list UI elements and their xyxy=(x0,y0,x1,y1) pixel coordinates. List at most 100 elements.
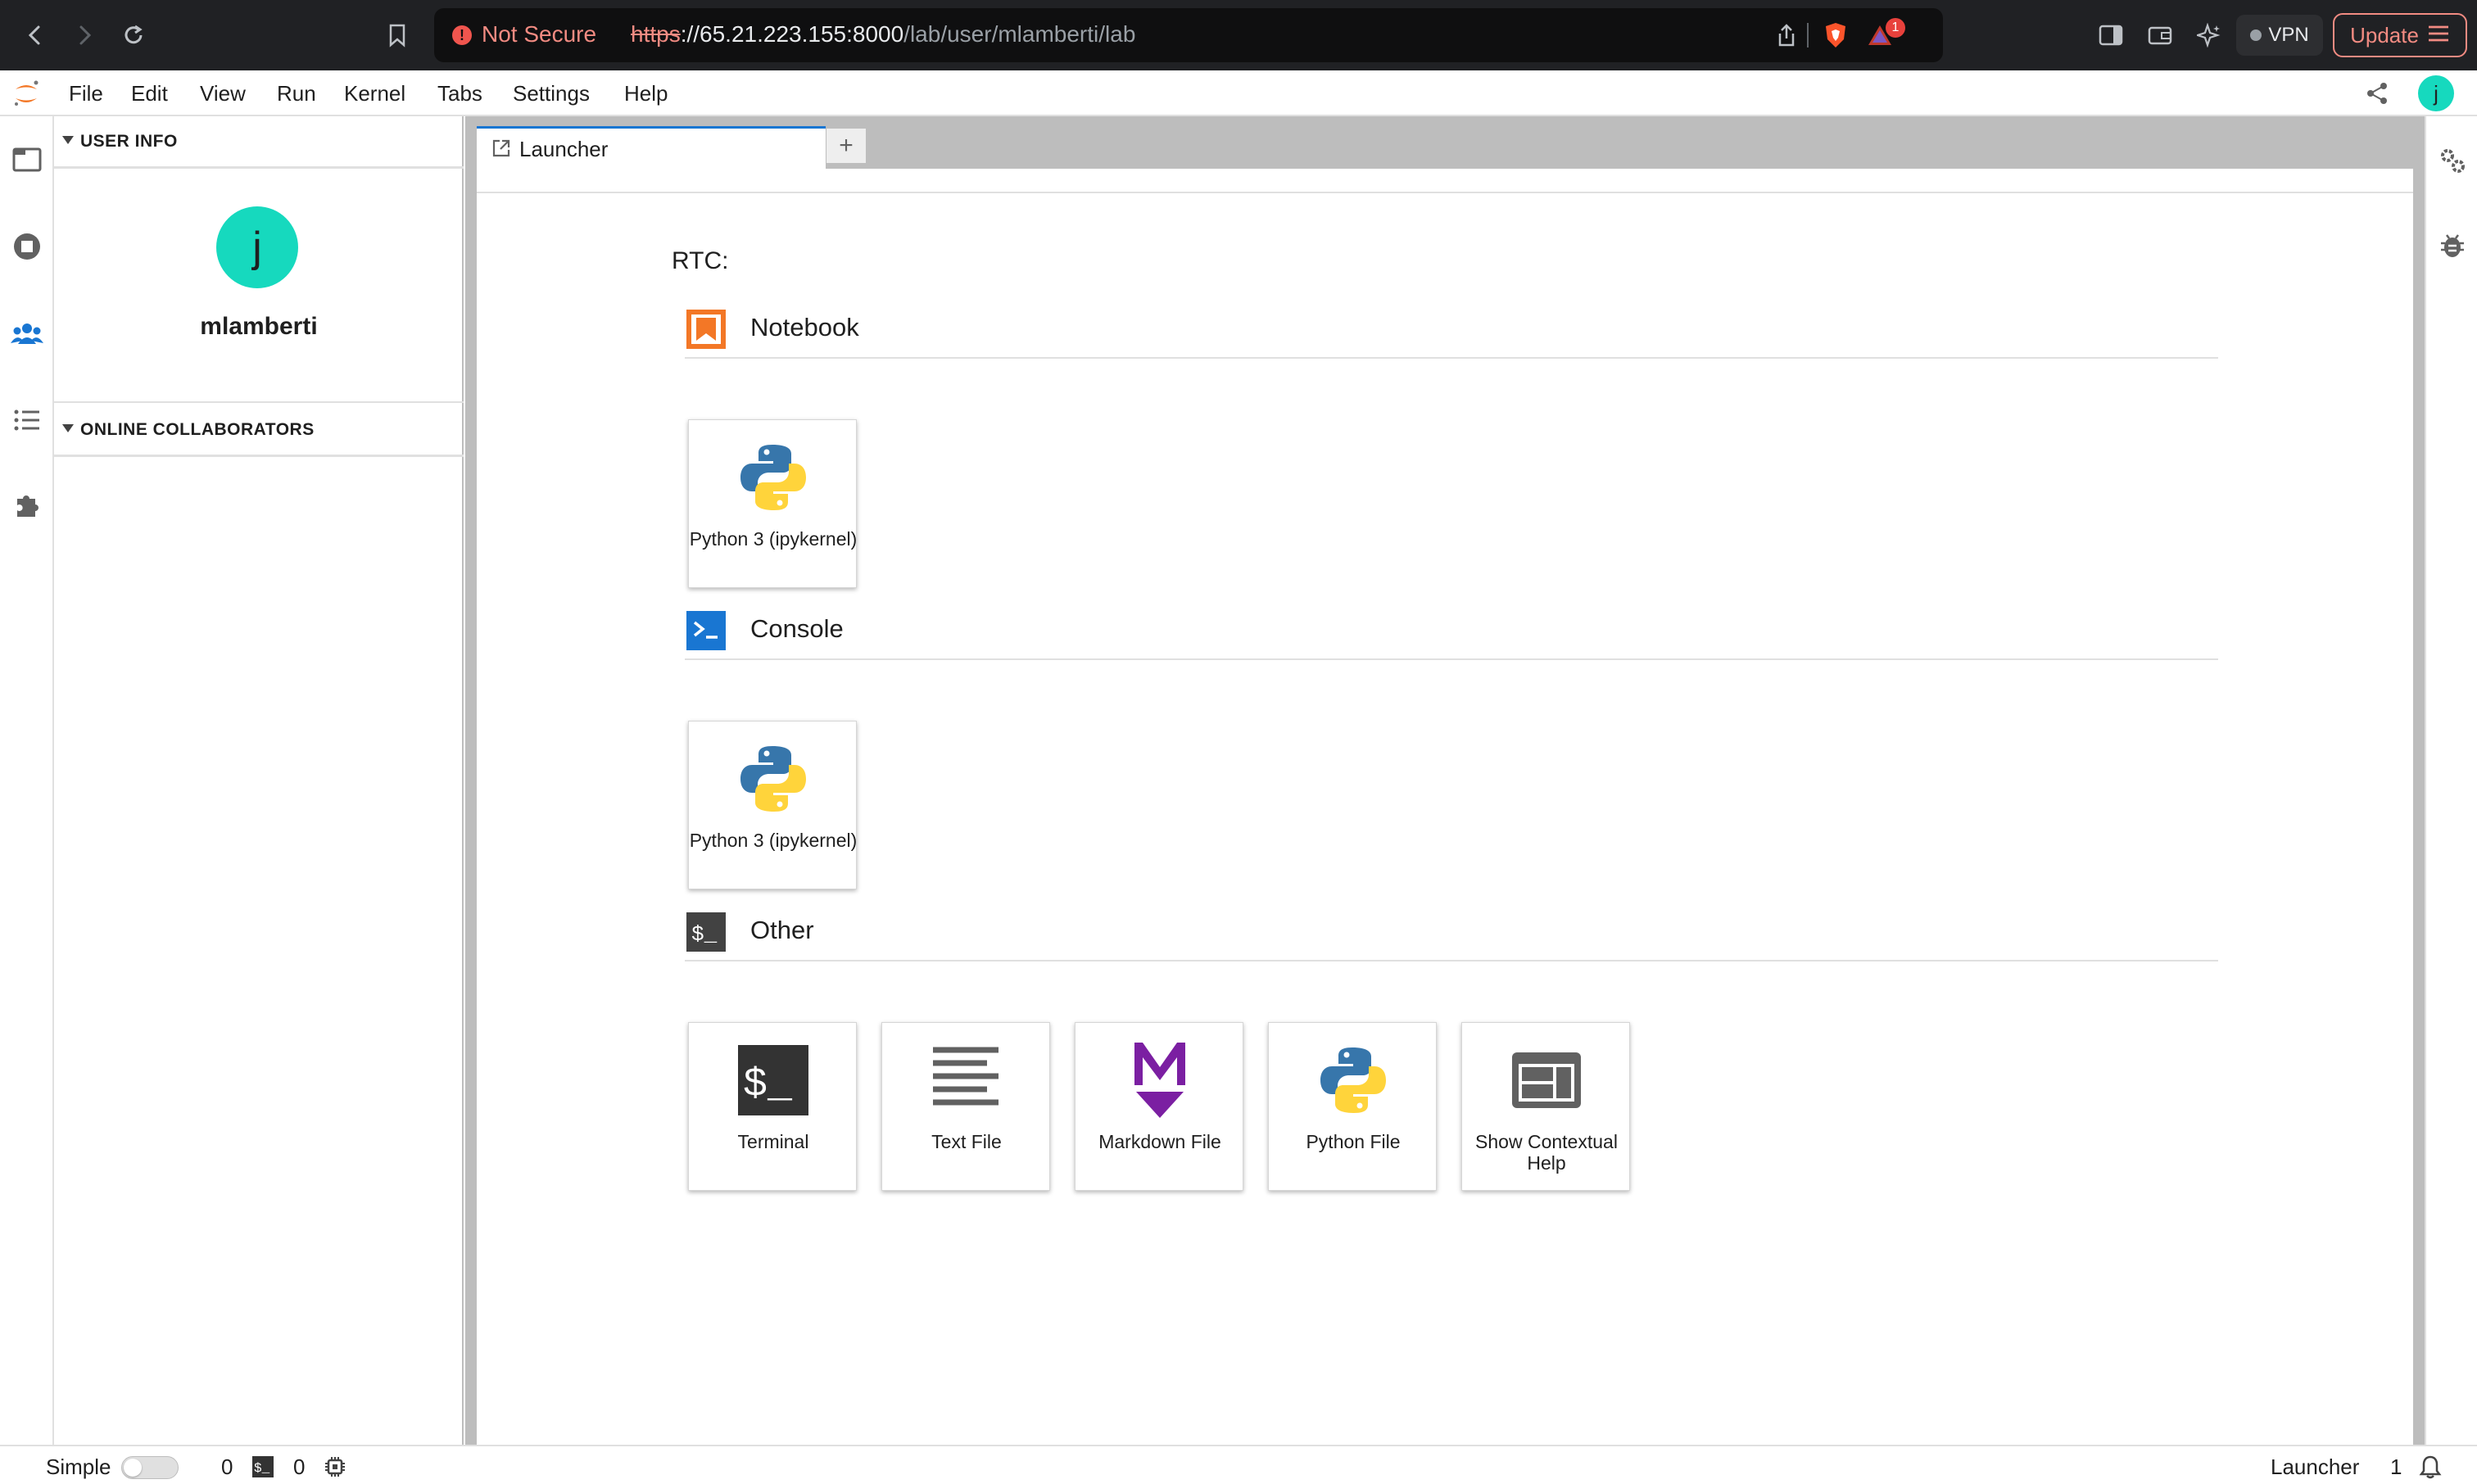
bell-icon[interactable] xyxy=(2418,1455,2443,1479)
online-collaborators-header[interactable]: ONLINE COLLABORATORS xyxy=(54,405,464,457)
simple-mode-label: Simple xyxy=(46,1455,111,1479)
collaborators-icon[interactable] xyxy=(10,316,44,351)
launcher-body: RTC: Notebook Python 3 (ipykernel) Conso… xyxy=(477,192,2413,1446)
url-path: /lab/user/mlamberti/lab xyxy=(903,21,1136,47)
terminal-icon: $_ xyxy=(251,1455,275,1479)
svg-text:$_: $_ xyxy=(254,1461,270,1476)
forward-icon[interactable] xyxy=(67,18,102,52)
wallet-icon[interactable] xyxy=(2143,18,2177,52)
notebook-icon xyxy=(685,308,727,351)
terminal-card[interactable]: $_ Terminal xyxy=(688,1022,857,1191)
address-bar[interactable]: ! Not Secure https://65.21.223.155:8000/… xyxy=(434,8,1943,62)
notebook-section-header: Notebook xyxy=(685,300,2218,359)
status-bar: Simple 0 $_ 0 Launcher 1 xyxy=(0,1445,2477,1484)
menu-tabs[interactable]: Tabs xyxy=(437,81,482,106)
console-section-title: Console xyxy=(750,614,844,643)
right-activity-bar xyxy=(2425,116,2477,1445)
simple-mode-toggle[interactable] xyxy=(121,1456,179,1479)
menu-file[interactable]: File xyxy=(69,81,103,106)
tab-bar: Launcher + xyxy=(465,116,2425,169)
toggle-knob xyxy=(124,1459,142,1477)
other-terminal-icon: $_ xyxy=(685,911,727,953)
sidebar-toggle-icon[interactable] xyxy=(2094,18,2128,52)
bookmark-icon[interactable] xyxy=(380,18,414,52)
card-label: Show Contextual Help xyxy=(1475,1131,1618,1174)
kernel-cpu-icon[interactable] xyxy=(323,1455,347,1479)
terminals-count[interactable]: 0 xyxy=(293,1455,305,1480)
update-button[interactable]: Update xyxy=(2333,13,2467,57)
markdown-icon xyxy=(1119,1039,1201,1121)
caret-down-icon xyxy=(62,136,74,144)
jupyterlab-menubar: File Edit View Run Kernel Tabs Settings … xyxy=(0,70,2477,116)
menu-edit[interactable]: Edit xyxy=(131,81,168,106)
url-text[interactable]: https://65.21.223.155:8000/lab/user/mlam… xyxy=(631,21,1135,48)
other-section-header: $_ Other xyxy=(685,903,2218,961)
user-avatar-large: j xyxy=(216,206,298,288)
python-icon xyxy=(732,738,814,820)
user-info-panel: USER INFO j mlamberti ONLINE COLLABORATO… xyxy=(54,116,464,1445)
launcher-icon xyxy=(491,138,511,158)
username: mlamberti xyxy=(200,313,318,340)
console-icon xyxy=(685,609,727,652)
other-section-title: Other xyxy=(750,916,814,944)
table-of-contents-icon[interactable] xyxy=(10,403,44,437)
new-launcher-button[interactable]: + xyxy=(826,128,867,164)
user-avatar[interactable]: j xyxy=(2418,75,2454,111)
menu-settings[interactable]: Settings xyxy=(513,81,590,106)
vpn-button[interactable]: VPN xyxy=(2236,15,2323,56)
card-label: Python 3 (ipykernel) xyxy=(689,830,858,851)
reload-icon[interactable] xyxy=(116,18,151,52)
user-info-header[interactable]: USER INFO xyxy=(54,116,464,169)
menu-view[interactable]: View xyxy=(200,81,246,106)
text-file-icon xyxy=(926,1039,1008,1121)
vpn-label: VPN xyxy=(2268,24,2309,46)
section-divider xyxy=(54,401,464,403)
terminal-icon: $_ xyxy=(732,1039,814,1121)
notification-count[interactable]: 1 xyxy=(2390,1455,2402,1480)
brave-shields-icon[interactable] xyxy=(1818,18,1853,52)
card-label: Terminal xyxy=(737,1131,809,1152)
card-label: Python File xyxy=(1306,1131,1401,1152)
online-collaborators-title: ONLINE COLLABORATORS xyxy=(80,420,315,439)
notebook-python3-card[interactable]: Python 3 (ipykernel) xyxy=(688,419,857,588)
debugger-icon[interactable] xyxy=(2436,229,2469,262)
svg-text:$_: $_ xyxy=(743,1062,793,1109)
property-inspector-icon[interactable] xyxy=(2436,144,2469,177)
url-host: ://65.21.223.155:8000 xyxy=(680,21,904,47)
markdown-file-card[interactable]: Markdown File xyxy=(1075,1022,1243,1191)
contextual-help-icon xyxy=(1506,1039,1587,1121)
left-activity-bar xyxy=(0,116,54,1445)
contextual-help-card[interactable]: Show Contextual Help xyxy=(1461,1022,1630,1191)
card-label: Text File xyxy=(931,1131,1002,1152)
share-icon[interactable] xyxy=(2364,80,2390,106)
text-file-card[interactable]: Text File xyxy=(881,1022,1050,1191)
divider xyxy=(1807,23,1809,48)
tab-launcher[interactable]: Launcher xyxy=(477,126,826,169)
tab-label: Launcher xyxy=(519,137,609,161)
python-icon xyxy=(732,437,814,518)
kernels-count[interactable]: 0 xyxy=(221,1455,233,1480)
not-secure-icon: ! xyxy=(452,25,472,45)
active-item-label: Launcher xyxy=(2271,1455,2360,1479)
hamburger-menu-icon xyxy=(2427,23,2450,48)
menu-help[interactable]: Help xyxy=(624,81,668,106)
menu-kernel[interactable]: Kernel xyxy=(344,81,405,106)
security-status[interactable]: Not Secure xyxy=(482,21,596,48)
menu-run[interactable]: Run xyxy=(277,81,316,106)
card-label: Python 3 (ipykernel) xyxy=(689,528,858,550)
rtc-label: RTC: xyxy=(672,247,729,274)
share-page-icon[interactable] xyxy=(1769,18,1804,52)
running-kernels-icon[interactable] xyxy=(10,229,44,264)
leo-ai-icon[interactable] xyxy=(2192,18,2226,52)
extension-manager-icon[interactable] xyxy=(10,488,44,523)
open-tabs-icon[interactable] xyxy=(10,143,44,177)
console-python3-card[interactable]: Python 3 (ipykernel) xyxy=(688,721,857,889)
update-label: Update xyxy=(2350,22,2419,48)
vpn-status-icon xyxy=(2250,29,2262,41)
user-info-title: USER INFO xyxy=(80,132,178,151)
url-protocol: https xyxy=(631,21,681,47)
console-section-header: Console xyxy=(685,601,2218,660)
card-label: Markdown File xyxy=(1098,1131,1221,1152)
back-icon[interactable] xyxy=(18,18,52,52)
python-file-card[interactable]: Python File xyxy=(1268,1022,1437,1191)
